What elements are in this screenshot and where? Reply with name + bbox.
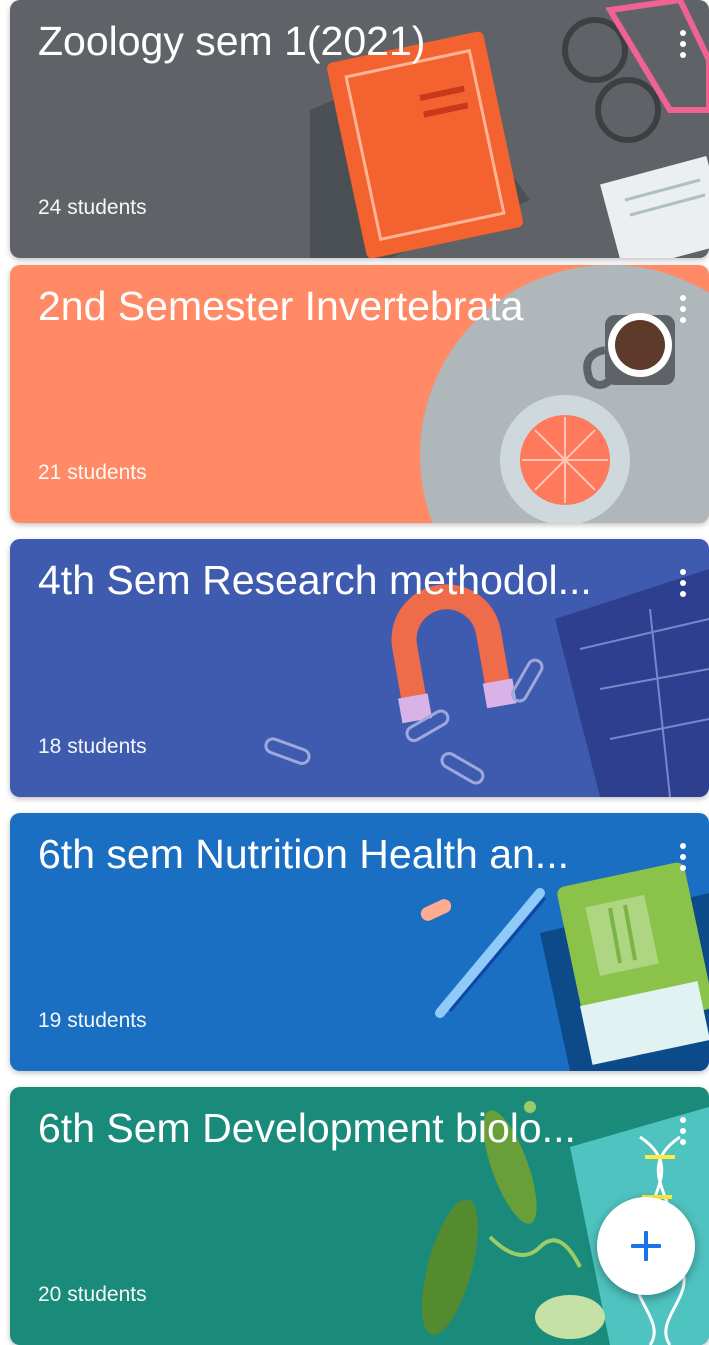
class-title[interactable]: Zoology sem 1(2021)	[38, 18, 638, 65]
class-title[interactable]: 6th sem Nutrition Health an...	[38, 831, 638, 878]
class-card-invertebrata[interactable]: 2nd Semester Invertebrata 21 students	[10, 265, 709, 523]
class-card-research-methodology[interactable]: 4th Sem Research methodol... 18 students	[10, 539, 709, 797]
class-card-nutrition-health[interactable]: 6th sem Nutrition Health an... 19 studen…	[10, 813, 709, 1071]
student-count: 19 students	[38, 1009, 147, 1032]
more-options-icon[interactable]	[671, 837, 695, 877]
create-class-button[interactable]	[597, 1197, 695, 1295]
class-title[interactable]: 4th Sem Research methodol...	[38, 557, 638, 604]
more-options-icon[interactable]	[671, 289, 695, 329]
student-count: 21 students	[38, 461, 147, 484]
more-options-icon[interactable]	[671, 24, 695, 64]
class-card-zoology[interactable]: Zoology sem 1(2021) 24 students	[10, 0, 709, 258]
student-count: 24 students	[38, 196, 147, 219]
more-options-icon[interactable]	[671, 1111, 695, 1151]
more-options-icon[interactable]	[671, 563, 695, 603]
student-count: 18 students	[38, 735, 147, 758]
class-card-development-biology[interactable]: 6th Sem Development biolo... 20 students	[10, 1087, 709, 1345]
plus-icon	[631, 1231, 661, 1261]
student-count: 20 students	[38, 1283, 147, 1306]
class-title[interactable]: 2nd Semester Invertebrata	[38, 283, 638, 330]
class-title[interactable]: 6th Sem Development biolo...	[38, 1105, 638, 1152]
